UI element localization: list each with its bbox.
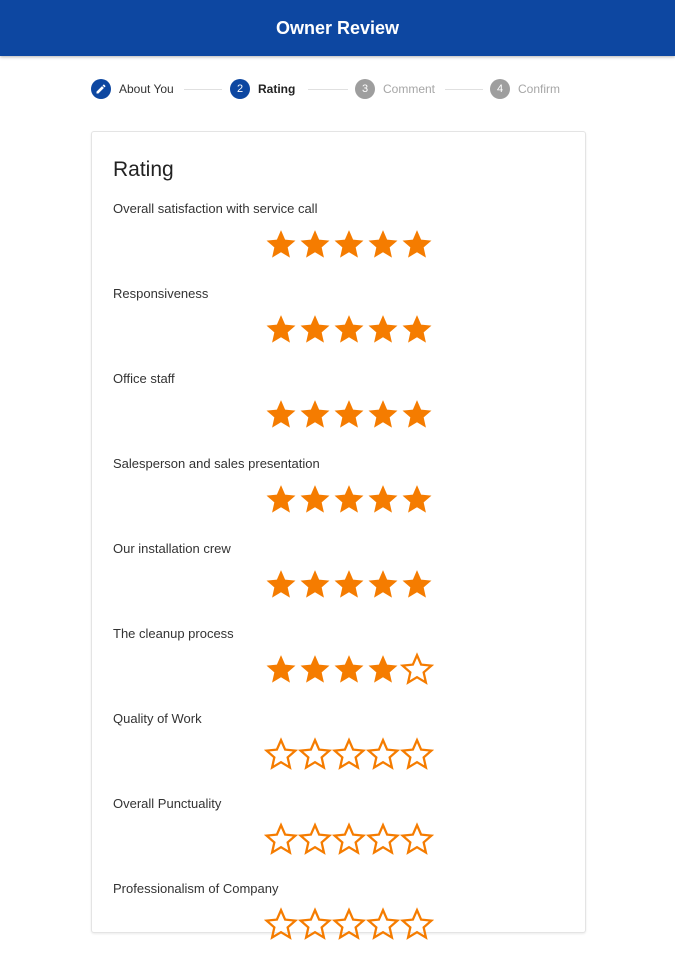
question-label: Quality of Work	[113, 711, 202, 726]
star-filled-icon[interactable]	[264, 567, 298, 601]
star-empty-icon[interactable]	[400, 652, 434, 686]
star-empty-icon[interactable]	[332, 822, 366, 856]
rating-question: Responsiveness	[92, 286, 585, 371]
star-filled-icon[interactable]	[264, 227, 298, 261]
star-empty-icon[interactable]	[400, 907, 434, 941]
star-rating[interactable]	[264, 567, 434, 601]
rating-question: Professionalism of Company	[92, 881, 585, 966]
star-rating[interactable]	[264, 312, 434, 346]
step-rating[interactable]: 2 Rating	[230, 76, 295, 102]
star-filled-icon[interactable]	[298, 482, 332, 516]
step-confirm[interactable]: 4 Confirm	[490, 76, 560, 102]
star-rating[interactable]	[264, 907, 434, 941]
rating-question: Office staff	[92, 371, 585, 456]
rating-question: The cleanup process	[92, 626, 585, 711]
star-empty-icon[interactable]	[366, 737, 400, 771]
step-2-label: Rating	[258, 82, 296, 96]
star-filled-icon[interactable]	[400, 397, 434, 431]
step-1-label: About You	[119, 82, 174, 96]
star-empty-icon[interactable]	[264, 907, 298, 941]
star-rating[interactable]	[264, 227, 434, 261]
star-filled-icon[interactable]	[298, 397, 332, 431]
star-filled-icon[interactable]	[332, 652, 366, 686]
star-filled-icon[interactable]	[298, 652, 332, 686]
step-2-circle: 2	[230, 79, 250, 99]
star-rating[interactable]	[264, 482, 434, 516]
rating-question: Overall satisfaction with service call	[92, 201, 585, 286]
star-filled-icon[interactable]	[264, 397, 298, 431]
card-title: Rating	[113, 158, 174, 181]
star-filled-icon[interactable]	[298, 567, 332, 601]
star-empty-icon[interactable]	[400, 822, 434, 856]
star-filled-icon[interactable]	[332, 397, 366, 431]
star-filled-icon[interactable]	[400, 227, 434, 261]
star-empty-icon[interactable]	[400, 737, 434, 771]
star-filled-icon[interactable]	[366, 482, 400, 516]
star-rating[interactable]	[264, 652, 434, 686]
star-filled-icon[interactable]	[332, 567, 366, 601]
star-filled-icon[interactable]	[332, 312, 366, 346]
step-comment[interactable]: 3 Comment	[355, 76, 435, 102]
star-filled-icon[interactable]	[298, 312, 332, 346]
star-rating[interactable]	[264, 397, 434, 431]
star-filled-icon[interactable]	[366, 652, 400, 686]
star-filled-icon[interactable]	[332, 227, 366, 261]
stepper: About You 2 Rating 3 Comment 4 Confirm	[0, 76, 675, 102]
question-label: Our installation crew	[113, 541, 231, 556]
step-about-you[interactable]: About You	[91, 76, 174, 102]
star-filled-icon[interactable]	[298, 227, 332, 261]
step-3-circle: 3	[355, 79, 375, 99]
star-filled-icon[interactable]	[264, 652, 298, 686]
step-connector	[445, 89, 483, 90]
star-filled-icon[interactable]	[366, 567, 400, 601]
star-empty-icon[interactable]	[264, 822, 298, 856]
star-filled-icon[interactable]	[264, 312, 298, 346]
question-label: Professionalism of Company	[113, 881, 279, 896]
question-label: Office staff	[113, 371, 175, 386]
star-empty-icon[interactable]	[298, 822, 332, 856]
question-label: Salesperson and sales presentation	[113, 456, 320, 471]
step-1-circle	[91, 79, 111, 99]
app-bar: Owner Review	[0, 0, 675, 56]
star-rating[interactable]	[264, 822, 434, 856]
star-empty-icon[interactable]	[366, 907, 400, 941]
star-rating[interactable]	[264, 737, 434, 771]
step-4-label: Confirm	[518, 82, 561, 96]
question-label: Responsiveness	[113, 286, 209, 301]
rating-question: Overall Punctuality	[92, 796, 585, 881]
star-filled-icon[interactable]	[366, 312, 400, 346]
question-label: The cleanup process	[113, 626, 234, 641]
question-label: Overall satisfaction with service call	[113, 201, 318, 216]
step-connector	[308, 89, 348, 90]
app-title: Owner Review	[275, 17, 400, 38]
star-empty-icon[interactable]	[366, 822, 400, 856]
star-empty-icon[interactable]	[264, 737, 298, 771]
star-filled-icon[interactable]	[264, 482, 298, 516]
step-3-label: Comment	[383, 82, 436, 96]
rating-question: Salesperson and sales presentation	[92, 456, 585, 541]
step-4-circle: 4	[490, 79, 510, 99]
star-empty-icon[interactable]	[298, 907, 332, 941]
rating-card: Rating Overall satisfaction with service…	[91, 131, 586, 940]
star-filled-icon[interactable]	[400, 567, 434, 601]
star-filled-icon[interactable]	[366, 227, 400, 261]
rating-question: Our installation crew	[92, 541, 585, 626]
star-filled-icon[interactable]	[332, 482, 366, 516]
star-empty-icon[interactable]	[332, 907, 366, 941]
star-filled-icon[interactable]	[400, 312, 434, 346]
star-empty-icon[interactable]	[332, 737, 366, 771]
question-label: Overall Punctuality	[113, 796, 222, 811]
step-connector	[184, 89, 222, 90]
star-filled-icon[interactable]	[400, 482, 434, 516]
rating-question: Quality of Work	[92, 711, 585, 796]
star-empty-icon[interactable]	[298, 737, 332, 771]
star-filled-icon[interactable]	[366, 397, 400, 431]
pencil-icon	[96, 84, 106, 94]
